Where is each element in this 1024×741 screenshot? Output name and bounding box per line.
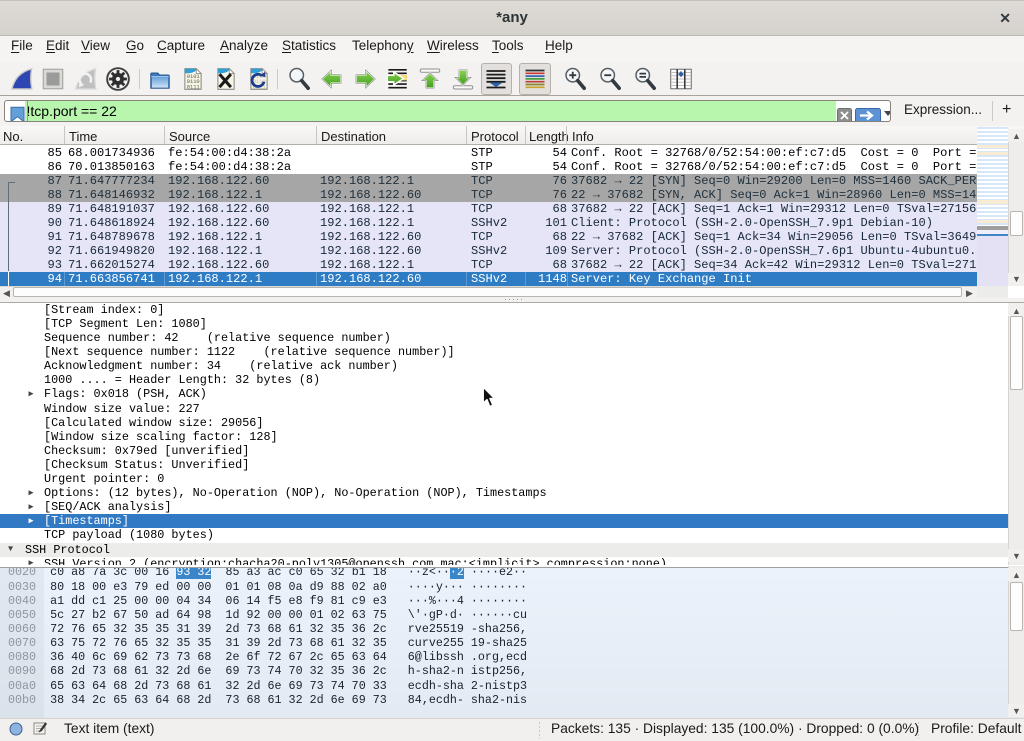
svg-text:0111: 0111 xyxy=(187,83,200,90)
